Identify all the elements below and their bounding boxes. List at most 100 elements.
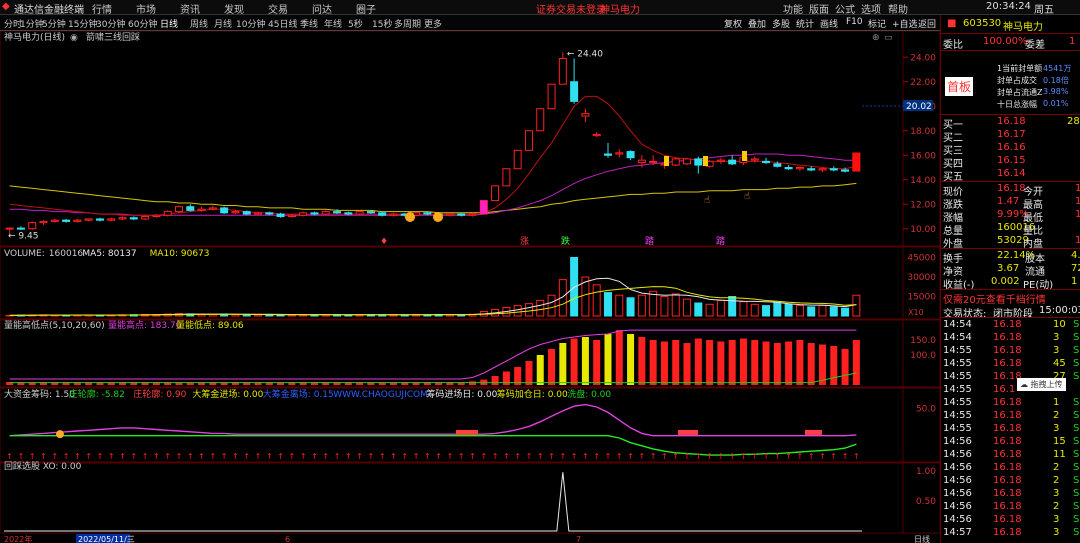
- candle[interactable]: [220, 207, 229, 214]
- toolbar-button-7[interactable]: +自选: [892, 17, 918, 30]
- candle[interactable]: [355, 211, 364, 215]
- candle[interactable]: [73, 219, 82, 222]
- candle[interactable]: [716, 159, 725, 162]
- candle[interactable]: [626, 151, 635, 159]
- candle[interactable]: [581, 113, 590, 117]
- menu-item-news[interactable]: 资讯: [180, 1, 200, 16]
- candle[interactable]: [16, 227, 25, 230]
- candle[interactable]: [491, 185, 500, 202]
- candle[interactable]: [818, 168, 827, 171]
- candle[interactable]: [694, 158, 703, 166]
- menu-item-quote[interactable]: 行情: [92, 1, 112, 16]
- menu-item-layout[interactable]: 版面: [809, 1, 829, 16]
- candle[interactable]: [592, 133, 601, 137]
- candle[interactable]: [773, 163, 782, 167]
- candle[interactable]: [524, 130, 533, 151]
- candle[interactable]: [457, 213, 466, 216]
- toolbar-button-4[interactable]: 画线: [820, 17, 838, 30]
- toolbar-button-6[interactable]: 标记: [868, 17, 886, 30]
- candle[interactable]: [242, 211, 251, 215]
- period-tab-10[interactable]: 45日线: [268, 17, 297, 30]
- candle[interactable]: [186, 206, 195, 211]
- candle[interactable]: [310, 212, 319, 215]
- candle[interactable]: [118, 217, 127, 220]
- period-tab-13[interactable]: 5秒: [348, 17, 363, 30]
- candle[interactable]: [750, 158, 759, 161]
- candle[interactable]: [807, 168, 816, 171]
- period-tab-15[interactable]: 多周期: [394, 17, 421, 30]
- candle[interactable]: [389, 213, 398, 216]
- menu-item-help[interactable]: 帮助: [888, 1, 908, 16]
- candle[interactable]: [378, 212, 387, 216]
- candle[interactable]: [231, 211, 240, 214]
- candle[interactable]: [197, 208, 206, 211]
- toolbar-button-2[interactable]: 多股: [772, 17, 790, 30]
- period-tab-14[interactable]: 15秒: [372, 17, 392, 30]
- candle[interactable]: [468, 213, 477, 216]
- candle[interactable]: [174, 206, 183, 213]
- menu-item-ask[interactable]: 问达: [312, 1, 332, 16]
- candle[interactable]: [615, 152, 624, 155]
- upload-button[interactable]: ☁ 拖拽上传: [1017, 378, 1066, 391]
- candle[interactable]: [795, 167, 804, 170]
- trade-notice[interactable]: 证券交易未登录: [536, 1, 606, 16]
- toolbar-button-1[interactable]: 叠加: [748, 17, 766, 30]
- menu-item-trade[interactable]: 交易: [268, 1, 288, 16]
- candle[interactable]: [276, 213, 285, 218]
- candle[interactable]: [841, 169, 850, 172]
- toolbar-button-3[interactable]: 统计: [796, 17, 814, 30]
- candle[interactable]: [502, 168, 511, 187]
- candle[interactable]: [649, 160, 658, 163]
- menu-item-market[interactable]: 市场: [136, 1, 156, 16]
- menu-item-formula[interactable]: 公式: [835, 1, 855, 16]
- candle[interactable]: [208, 207, 217, 210]
- candle[interactable]: [5, 227, 14, 230]
- candle[interactable]: [513, 149, 522, 170]
- menu-item-discover[interactable]: 发现: [224, 1, 244, 16]
- toolbar-button-8[interactable]: 返回: [918, 17, 936, 30]
- candle[interactable]: [39, 220, 48, 224]
- period-tab-4[interactable]: 30分钟: [96, 17, 125, 30]
- menu-item-circle[interactable]: 圈子: [356, 1, 376, 16]
- candle[interactable]: [558, 57, 567, 85]
- candle[interactable]: [163, 211, 172, 216]
- toolbar-button-5[interactable]: F10: [846, 17, 863, 27]
- candle[interactable]: [265, 212, 274, 215]
- period-tab-11[interactable]: 季线: [300, 17, 318, 30]
- candle[interactable]: [152, 214, 161, 217]
- candle[interactable]: [784, 167, 793, 170]
- candle[interactable]: [423, 212, 432, 215]
- candle[interactable]: [762, 160, 771, 164]
- candle[interactable]: [50, 219, 59, 222]
- period-tab-2[interactable]: 5分钟: [42, 17, 66, 30]
- candle[interactable]: [333, 211, 342, 214]
- chart-area[interactable]: 24.0022.0020.0018.0016.0014.0012.0010.00…: [0, 31, 940, 543]
- candle[interactable]: [366, 211, 375, 214]
- candle[interactable]: [603, 153, 612, 156]
- period-tab-7[interactable]: 周线: [190, 17, 208, 30]
- period-tab-3[interactable]: 15分钟: [68, 17, 97, 30]
- period-tab-1[interactable]: 1分钟: [20, 17, 44, 30]
- candle[interactable]: [62, 219, 71, 222]
- toolbar-button-0[interactable]: 复权: [724, 17, 742, 30]
- candle[interactable]: [107, 218, 116, 221]
- candle[interactable]: [829, 168, 838, 171]
- candle[interactable]: [637, 159, 646, 164]
- menu-item-function[interactable]: 功能: [783, 1, 803, 16]
- period-tab-5[interactable]: 60分钟: [128, 17, 157, 30]
- candle[interactable]: [536, 108, 545, 132]
- candle[interactable]: [570, 81, 579, 102]
- candle[interactable]: [129, 217, 138, 220]
- promo-link[interactable]: 仅需20元查看千档行情: [943, 291, 1046, 306]
- candle[interactable]: [683, 158, 692, 165]
- candle[interactable]: [28, 222, 37, 230]
- candle[interactable]: [95, 218, 104, 221]
- candle[interactable]: [671, 158, 680, 166]
- period-tab-9[interactable]: 10分钟: [236, 17, 265, 30]
- candle[interactable]: [321, 211, 330, 215]
- candle[interactable]: [445, 213, 454, 216]
- candle[interactable]: [344, 212, 353, 215]
- period-tab-16[interactable]: 更多: [424, 17, 442, 30]
- candle[interactable]: [728, 159, 737, 165]
- candle[interactable]: [547, 83, 556, 110]
